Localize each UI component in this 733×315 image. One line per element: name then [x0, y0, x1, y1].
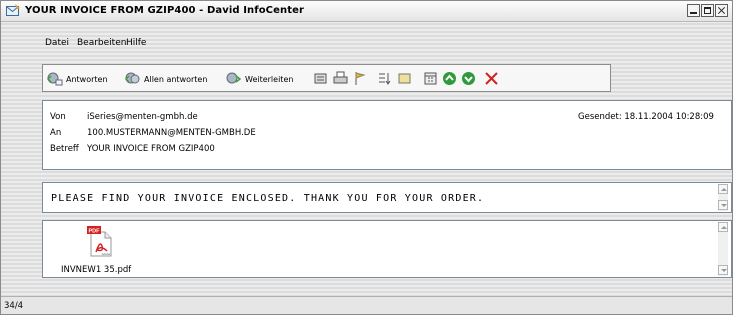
delete-icon[interactable]	[313, 71, 328, 86]
status-bar: 34/4	[1, 296, 732, 314]
close-message-icon[interactable]	[484, 71, 499, 86]
reply-all-button[interactable]: Allen antworten	[125, 71, 207, 87]
maximize-button[interactable]	[701, 4, 714, 17]
from-value[interactable]: iSeries@menten-gmbh.de	[87, 112, 198, 122]
attachment-scroll-down-button[interactable]	[718, 265, 728, 275]
pdf-file-icon[interactable]: PDF Adobe	[87, 226, 113, 257]
reply-all-icon	[125, 72, 140, 84]
next-message-icon[interactable]	[461, 71, 476, 86]
forward-icon	[226, 72, 242, 84]
menu-hilfe[interactable]: Hilfe	[126, 38, 146, 48]
subject-value: YOUR INVOICE FROM GZIP400	[87, 144, 215, 154]
pdf-icon-sublabel: Adobe	[102, 252, 111, 256]
print-icon[interactable]	[333, 71, 348, 86]
attachment-scrollbar[interactable]	[718, 222, 728, 276]
scroll-up-button[interactable]	[718, 184, 728, 194]
from-label: Von	[50, 112, 66, 122]
attachment-panel: PDF Adobe INVNEW1 35.pdf	[42, 220, 732, 278]
forward-label: Weiterleiten	[245, 74, 294, 84]
message-body[interactable]: PLEASE FIND YOUR INVOICE ENCLOSED. THANK…	[42, 182, 732, 213]
menu-bar: Datei Bearbeiten Hilfe	[1, 38, 732, 54]
attachment-scroll-up-button[interactable]	[718, 222, 728, 232]
reply-label: Antworten	[66, 74, 108, 84]
window-title: YOUR INVOICE FROM GZIP400 - David InfoCe…	[25, 5, 305, 16]
body-text: PLEASE FIND YOUR INVOICE ENCLOSED. THANK…	[51, 193, 485, 204]
message-header: Von iSeries@menten-gmbh.de An 100.MUSTER…	[42, 100, 732, 170]
note-icon[interactable]	[397, 71, 412, 86]
sort-icon[interactable]	[377, 71, 392, 86]
scroll-down-button[interactable]	[718, 200, 728, 210]
pdf-icon-label: PDF	[89, 228, 101, 234]
close-window-button[interactable]	[715, 4, 728, 17]
previous-message-icon[interactable]	[442, 71, 457, 86]
minimize-button[interactable]	[687, 4, 700, 17]
flag-icon[interactable]	[352, 71, 367, 86]
calendar-icon[interactable]	[423, 71, 438, 86]
title-bar[interactable]: YOUR INVOICE FROM GZIP400 - David InfoCe…	[1, 1, 732, 22]
to-value[interactable]: 100.MUSTERMANN@MENTEN-GMBH.DE	[87, 128, 256, 138]
status-text: 34/4	[4, 301, 24, 311]
attachment-filename[interactable]: INVNEW1 35.pdf	[61, 265, 131, 275]
toolbar: Antworten Allen antworten Weiterleiten	[42, 64, 611, 92]
sent-date: Gesendet: 18.11.2004 10:28:09	[578, 112, 714, 122]
reply-icon	[47, 72, 63, 86]
mail-app-icon	[6, 4, 21, 18]
reply-button[interactable]: Antworten	[47, 71, 108, 87]
to-label: An	[50, 128, 62, 138]
forward-button[interactable]: Weiterleiten	[226, 71, 293, 87]
menu-datei[interactable]: Datei	[45, 38, 69, 48]
subject-label: Betreff	[50, 144, 79, 154]
menu-bearbeiten[interactable]: Bearbeiten	[77, 38, 126, 48]
reply-all-label: Allen antworten	[144, 74, 208, 84]
body-scrollbar[interactable]	[718, 184, 728, 211]
mail-window: YOUR INVOICE FROM GZIP400 - David InfoCe…	[0, 0, 733, 315]
